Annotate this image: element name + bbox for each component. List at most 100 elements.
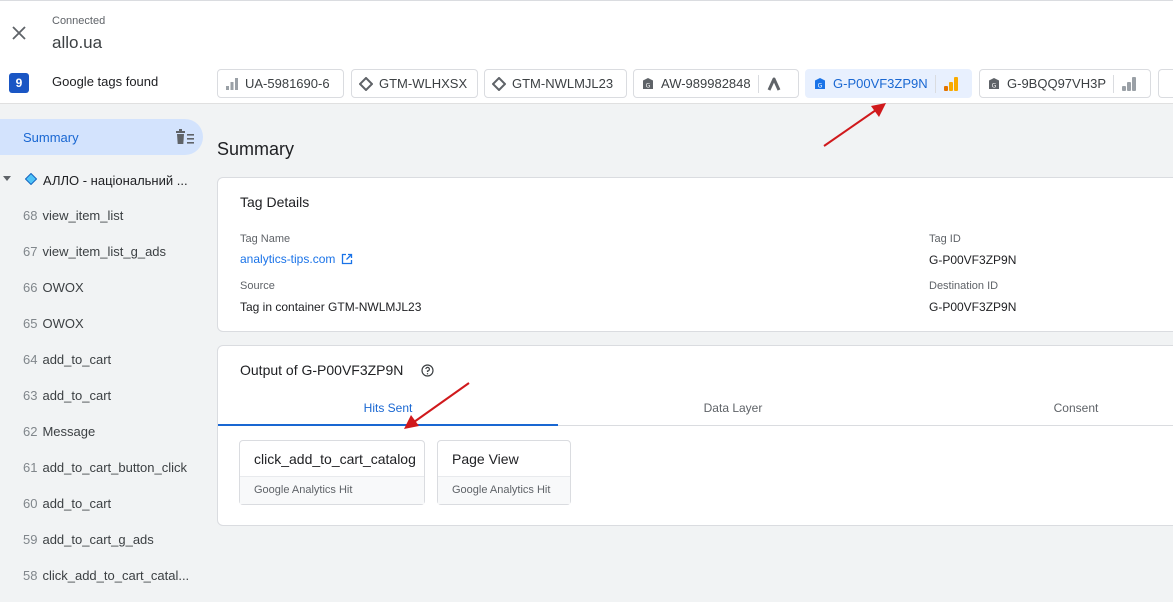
gtm-diamond-icon (492, 76, 506, 91)
event-item[interactable]: 59 add_to_cart_g_ads (23, 532, 203, 552)
event-number: 61 (23, 460, 38, 475)
help-icon[interactable] (421, 364, 434, 377)
page-title: Summary (217, 139, 295, 159)
container-label: АЛЛО - національний ... (43, 173, 188, 188)
hit-title: Page View (452, 451, 519, 467)
hit-title: click_add_to_cart_catalog (254, 451, 416, 467)
event-name: add_to_cart (42, 352, 112, 367)
sidebar-item-summary[interactable]: Summary (0, 119, 203, 155)
svg-text:G: G (646, 82, 651, 89)
sidebar-item-label: Summary (23, 130, 79, 145)
google-tag-icon: G (643, 77, 653, 89)
tag-chip-aw[interactable]: G AW-989982848 (633, 69, 799, 98)
event-name: OWOX (42, 316, 84, 331)
event-item[interactable]: 61 add_to_cart_button_click (23, 460, 203, 480)
event-item[interactable]: 62 Message (23, 424, 203, 444)
destination-id-value: G-P00VF3ZP9N (929, 300, 1017, 314)
chip-separator (934, 74, 936, 93)
tag-chip-label: UA-5981690-6 (245, 76, 330, 91)
tag-chip-label: GTM-NWLMJL23 (512, 76, 614, 91)
google-tag-icon: G (989, 77, 999, 89)
event-name: view_item_list (42, 208, 124, 223)
tag-name-link[interactable]: analytics-tips.com (240, 252, 353, 266)
card-title: Output of G-P00VF3ZP9N (240, 362, 404, 378)
event-number: 65 (23, 316, 38, 331)
tag-chip-gtm-nwlmjl23[interactable]: GTM-NWLMJL23 (484, 69, 627, 98)
event-number: 67 (23, 244, 38, 259)
chip-separator (757, 74, 759, 93)
tab-consent[interactable]: Consent (908, 394, 1173, 426)
tag-id-label: Tag ID (929, 233, 961, 245)
event-item[interactable]: 68 view_item_list (23, 208, 203, 228)
tab-data-layer[interactable]: Data Layer (558, 394, 908, 426)
tag-name-link-text: analytics-tips.com (240, 252, 336, 266)
event-number: 60 (23, 496, 38, 511)
tags-bar: 9 Google tags found UA-5981690-6 GTM-WLH… (0, 64, 1173, 104)
tag-details-card: Tag Details Tag Name analytics-tips.com … (217, 177, 1173, 332)
event-number: 59 (23, 532, 38, 547)
event-item[interactable]: 63 add_to_cart (23, 388, 203, 408)
event-number: 64 (23, 352, 38, 367)
expand-caret-icon[interactable] (3, 176, 11, 181)
tag-chip-ua[interactable]: UA-5981690-6 (217, 69, 344, 98)
event-number: 62 (23, 424, 38, 439)
close-icon[interactable] (9, 23, 29, 43)
tag-chip-g-9bqq97vh3p[interactable]: G G-9BQQ97VH3P (979, 69, 1151, 98)
event-name: add_to_cart (42, 496, 112, 511)
event-item[interactable]: 65 OWOX (23, 316, 203, 336)
hit-card[interactable]: click_add_to_cart_catalog Google Analyti… (239, 440, 425, 505)
tag-id-value: G-P00VF3ZP9N (929, 253, 1017, 267)
event-name: add_to_cart (42, 388, 112, 403)
tag-chip-label: AW-989982848 (661, 76, 751, 91)
event-item[interactable]: 60 add_to_cart (23, 496, 203, 516)
google-analytics-icon (1122, 76, 1136, 91)
tag-chip-g-p00vf3zp9n[interactable]: G G-P00VF3ZP9N (805, 69, 972, 98)
container-group[interactable]: АЛЛО - національний ... (0, 170, 207, 190)
chip-separator (1113, 74, 1114, 93)
tag-chip-label: GTM-WLHXSX (379, 76, 468, 91)
tag-name-value: analytics-tips.com (240, 252, 353, 266)
tag-chip-gtm-wlhxsx[interactable]: GTM-WLHXSX (351, 69, 478, 98)
event-item[interactable]: 66 OWOX (23, 280, 203, 300)
tag-name-label: Tag Name (240, 233, 291, 245)
tags-count-badge: 9 (9, 73, 29, 93)
event-number: 58 (23, 568, 38, 583)
event-name: OWOX (42, 280, 84, 295)
event-item[interactable]: 58 click_add_to_cart_catal... (23, 568, 203, 588)
hit-type: Google Analytics Hit (240, 476, 424, 504)
event-name: Message (42, 424, 96, 439)
google-ads-icon (767, 77, 780, 91)
container-diamond-icon (25, 173, 37, 185)
clear-messages-icon[interactable] (175, 128, 195, 146)
destination-id-label: Destination ID (929, 280, 999, 292)
open-in-new-icon (342, 253, 353, 265)
event-number: 68 (23, 208, 38, 223)
output-card: Output of G-P00VF3ZP9N Hits Sent Data La… (217, 345, 1173, 526)
gtm-diamond-icon (359, 76, 373, 91)
tab-hits-sent[interactable]: Hits Sent (218, 394, 558, 426)
card-title: Tag Details (240, 194, 310, 210)
event-item[interactable]: 64 add_to_cart (23, 352, 203, 372)
event-item[interactable]: 67 view_item_list_g_ads (23, 244, 203, 264)
svg-text:G: G (992, 82, 997, 89)
event-name: add_to_cart_button_click (42, 460, 188, 475)
annotation-arrow-tag (823, 103, 886, 147)
source-value: Tag in container GTM-NWLMJL23 (240, 300, 422, 314)
bar-chart-icon (226, 77, 238, 90)
connection-status: Connected (52, 15, 106, 27)
google-tag-icon: G (815, 77, 825, 89)
hit-type: Google Analytics Hit (438, 476, 570, 504)
source-label: Source (240, 280, 275, 292)
connected-site: allo.ua (52, 33, 103, 52)
tag-chip-label: G-9BQQ97VH3P (1007, 76, 1106, 91)
event-name: click_add_to_cart_catal... (42, 568, 190, 583)
hit-card[interactable]: Page View Google Analytics Hit (437, 440, 571, 505)
google-analytics-icon (943, 76, 958, 91)
event-number: 63 (23, 388, 38, 403)
output-tabs: Hits Sent Data Layer Consent (218, 394, 1173, 426)
tag-chip-label: G-P00VF3ZP9N (833, 76, 928, 91)
connection-header: Connected allo.ua (0, 0, 1173, 64)
event-name: add_to_cart_g_ads (42, 532, 154, 547)
tag-chip-overflow[interactable] (1158, 69, 1173, 98)
svg-text:G: G (818, 82, 823, 89)
